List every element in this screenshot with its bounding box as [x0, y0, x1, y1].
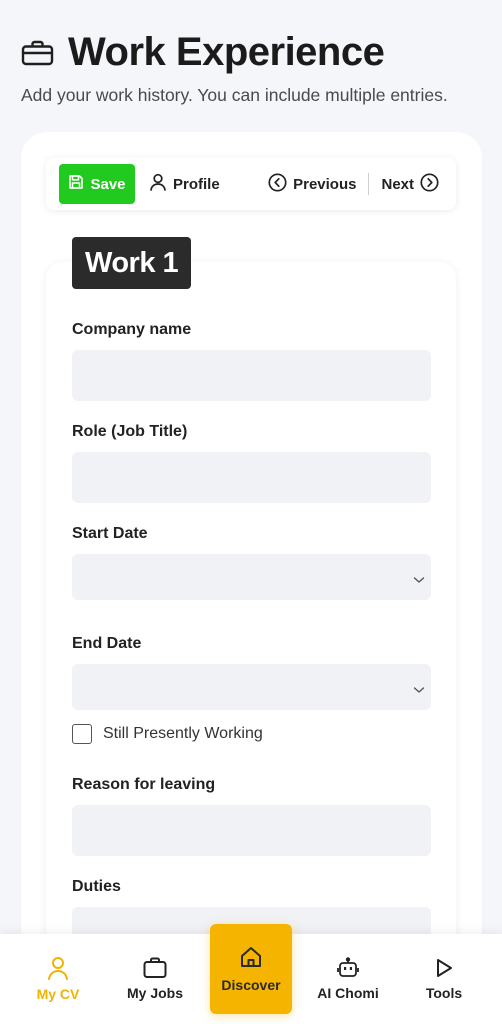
page-title: Work Experience [68, 30, 385, 74]
reason-label: Reason for leaving [72, 776, 216, 793]
still-working-checkbox[interactable] [72, 724, 92, 744]
chevron-down-icon [413, 571, 425, 589]
save-label: Save [90, 175, 126, 193]
save-button[interactable]: Save [59, 164, 135, 204]
nav-tools[interactable]: Tools [414, 934, 474, 1024]
profile-button[interactable]: Profile [149, 173, 220, 195]
nav-divider [368, 173, 370, 195]
briefcase-icon [143, 957, 167, 979]
chevron-right-circle-icon [420, 172, 439, 196]
form-card: Save Profile Previous Next Work 1 Compan… [21, 132, 482, 962]
nav-my-jobs[interactable]: My Jobs [118, 934, 192, 1024]
entry-navigation: Previous Next [268, 172, 439, 196]
nav-discover-label: Discover [221, 976, 281, 993]
previous-button[interactable]: Previous [268, 172, 357, 196]
robot-icon [337, 957, 359, 979]
nav-tools-label: Tools [425, 985, 463, 1001]
page-header: Work Experience Add your work history. Y… [21, 30, 491, 106]
next-button[interactable]: Next [381, 172, 439, 196]
role-label: Role (Job Title) [72, 423, 188, 440]
duties-label: Duties [72, 878, 121, 895]
nav-discover[interactable]: Discover [210, 924, 292, 1014]
nav-my-jobs-label: My Jobs [126, 985, 183, 1001]
end-date-label: End Date [72, 635, 142, 652]
next-label: Next [381, 175, 414, 193]
previous-label: Previous [293, 175, 357, 193]
reason-input[interactable] [72, 805, 431, 856]
profile-label: Profile [173, 175, 220, 193]
home-icon [240, 946, 262, 971]
nav-my-cv-label: My CV [36, 986, 80, 1002]
work-entry-badge: Work 1 [72, 237, 192, 289]
start-date-select[interactable] [72, 554, 431, 600]
still-working-label: Still Presently Working [103, 725, 263, 742]
play-icon [434, 957, 454, 979]
role-input[interactable] [72, 452, 431, 503]
company-name-input[interactable] [72, 350, 431, 401]
person-icon [47, 956, 69, 980]
chevron-down-icon [413, 681, 425, 699]
form-toolbar: Save Profile Previous Next [46, 158, 456, 210]
start-date-label: Start Date [72, 525, 148, 542]
save-icon [68, 174, 84, 194]
nav-ai-chomi-label: AI Chomi [317, 985, 379, 1001]
page-subtitle: Add your work history. You can include m… [21, 85, 448, 105]
still-working-row: Still Presently Working [72, 724, 263, 744]
person-icon [149, 173, 167, 195]
nav-ai-chomi[interactable]: AI Chomi [310, 934, 386, 1024]
briefcase-icon [21, 40, 54, 66]
chevron-left-circle-icon [268, 172, 287, 196]
nav-my-cv[interactable]: My CV [22, 934, 94, 1024]
bottom-nav: My CV My Jobs Discover AI Chomi Tools [0, 924, 502, 1024]
title-row: Work Experience [21, 30, 491, 75]
end-date-select[interactable] [72, 664, 431, 710]
company-name-label: Company name [72, 321, 192, 338]
